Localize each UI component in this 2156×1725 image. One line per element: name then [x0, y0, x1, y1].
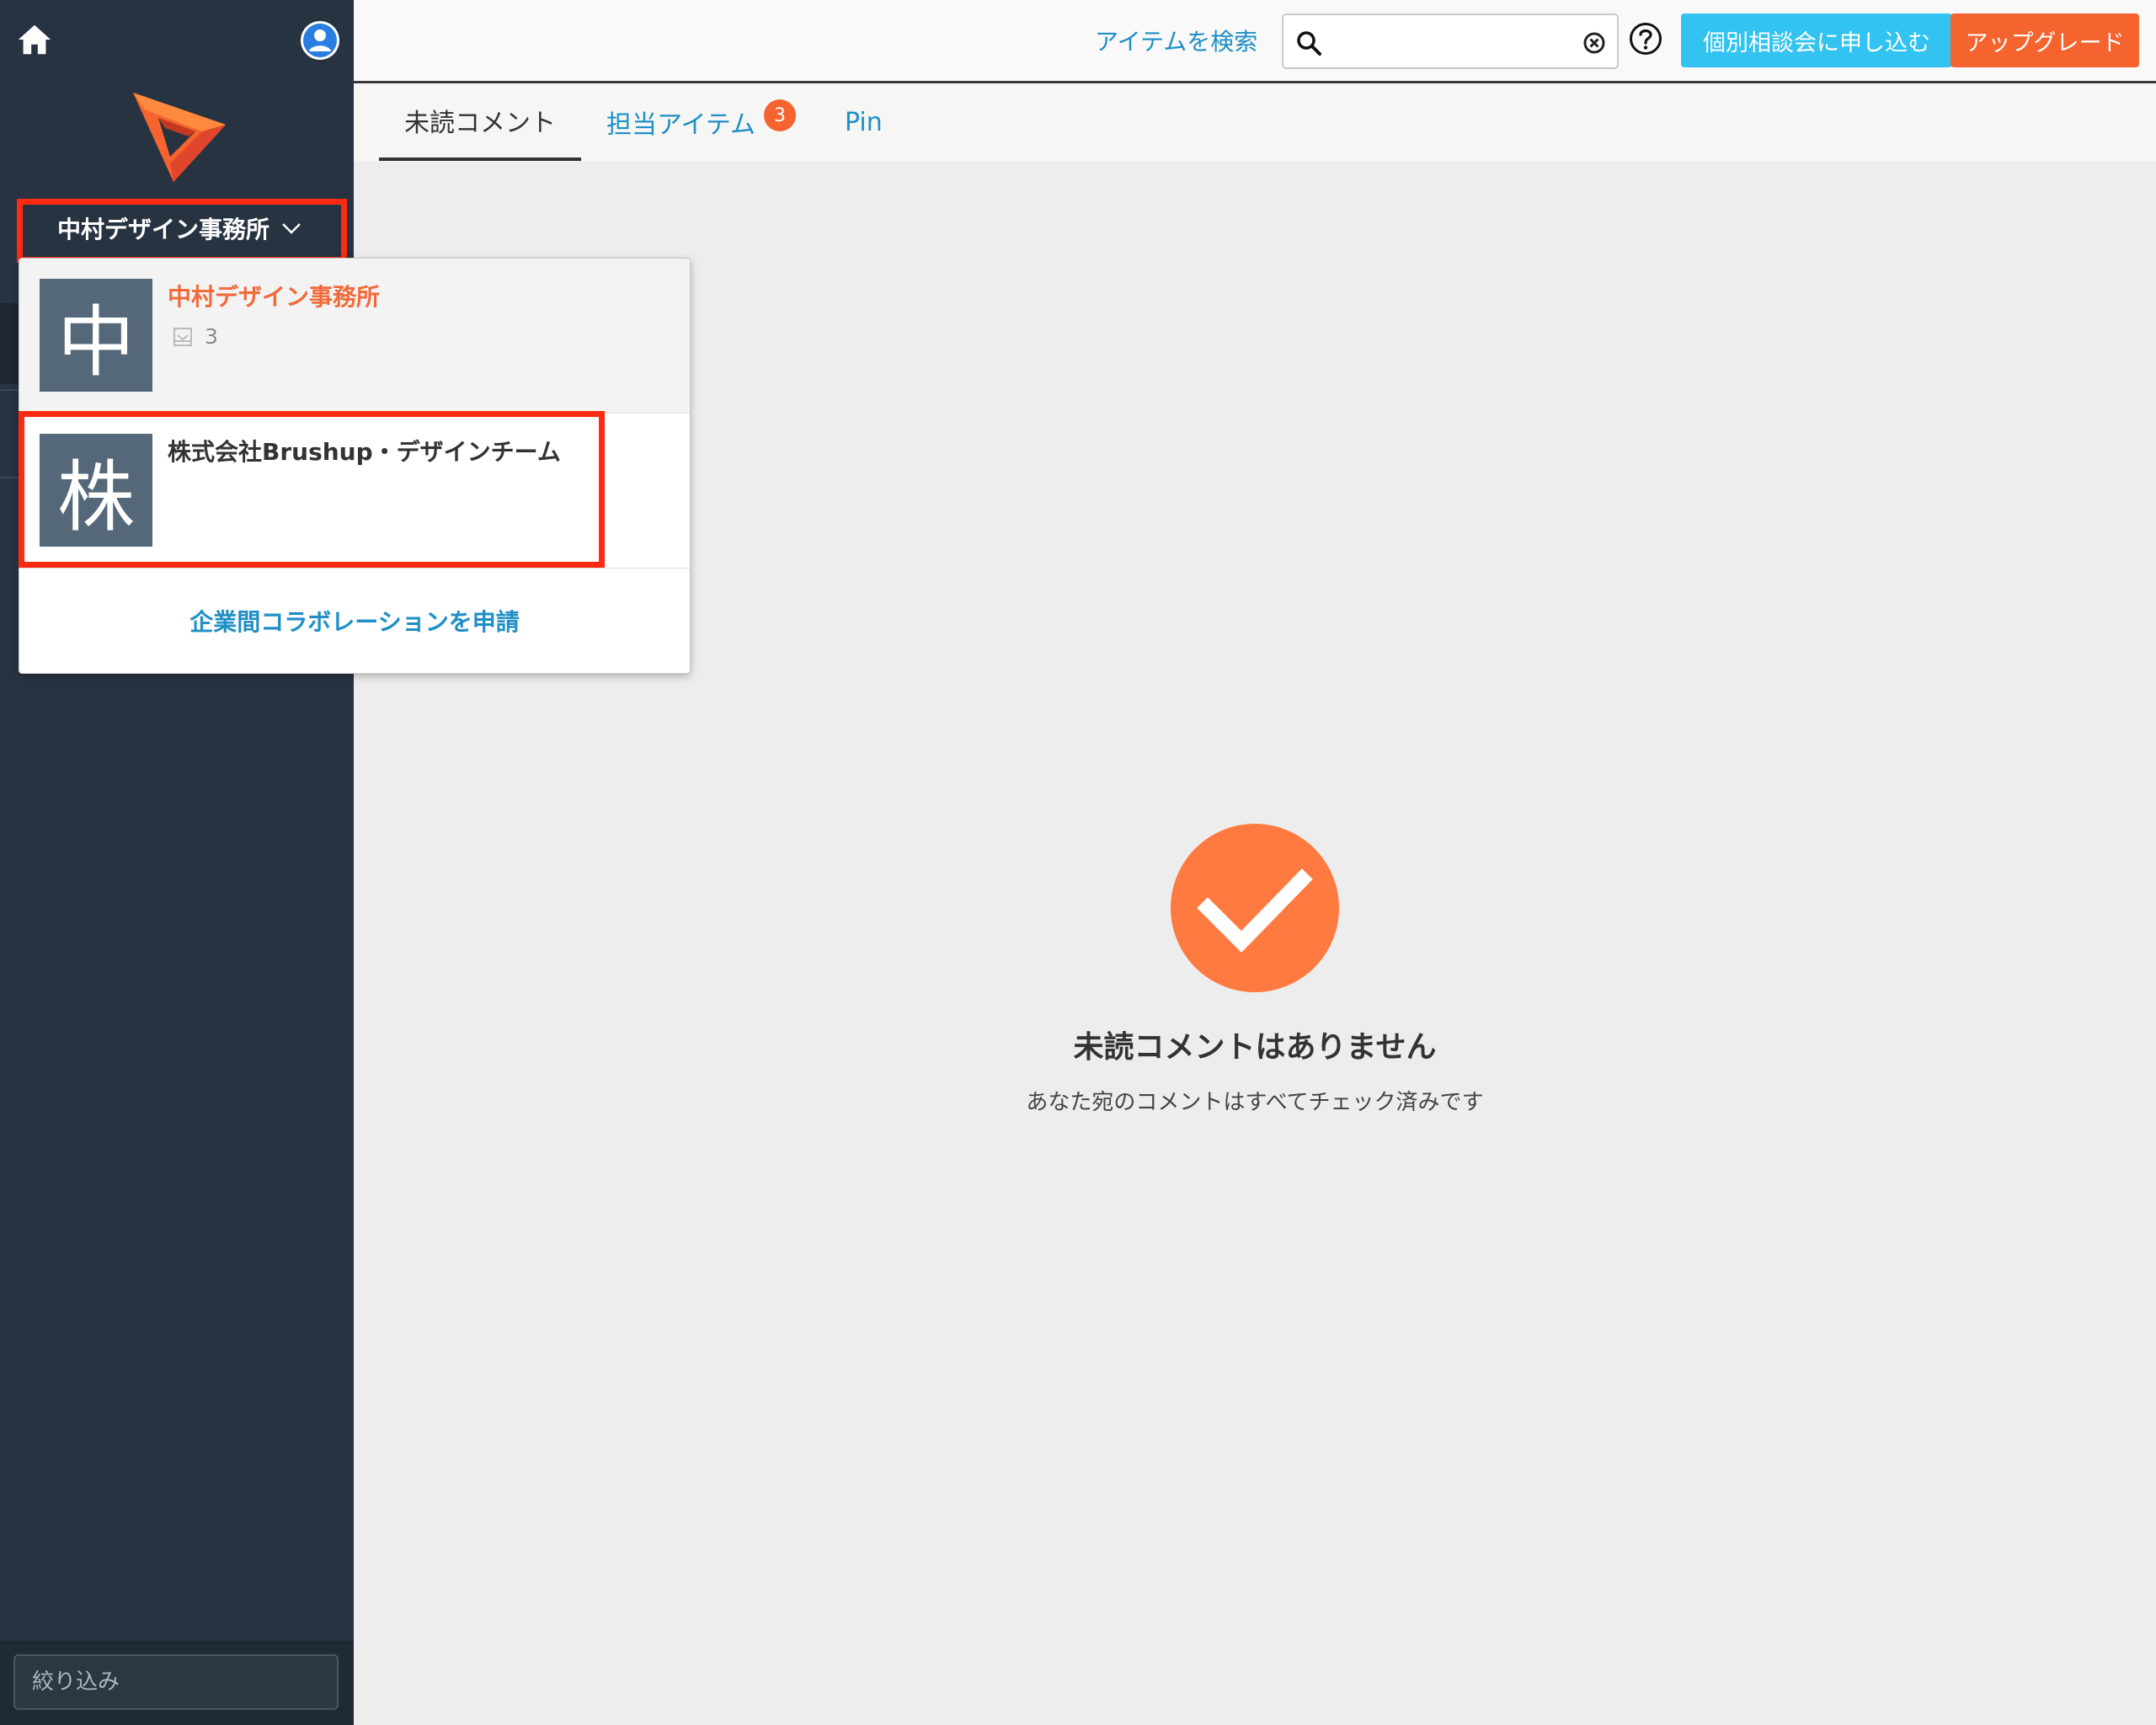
user-avatar-icon[interactable] — [300, 20, 340, 61]
brushup-logo — [126, 84, 232, 185]
chevron-down-icon — [282, 223, 301, 234]
tab-label: 担当アイテム — [606, 110, 755, 140]
sidebar-selected-bar — [0, 303, 19, 384]
sidebar-divider — [0, 389, 20, 391]
org-option-brushup[interactable]: 株 株式会社Brushup・デザインチーム — [19, 414, 690, 569]
tab-assigned-items[interactable]: 担当アイテム 3 — [606, 83, 796, 161]
sidebar-divider — [0, 477, 20, 478]
count-badge: 3 — [764, 99, 796, 131]
org-option-current[interactable]: 中 中村デザイン事務所 3 — [19, 259, 690, 414]
org-avatar: 株 — [40, 434, 152, 547]
org-count: 3 — [205, 324, 218, 349]
org-dropdown: 中 中村デザイン事務所 3 株 株式会社Brushup・デザインチーム 企業間コ… — [19, 258, 691, 674]
search-input[interactable] — [1331, 22, 1570, 62]
consultation-button[interactable]: 個別相談会に申し込む — [1681, 13, 1952, 67]
tab-unread-comments[interactable]: 未読コメント — [379, 83, 581, 161]
tab-label: Pin — [845, 107, 883, 137]
search-icon — [1297, 31, 1321, 56]
org-avatar: 中 — [40, 279, 152, 392]
collaboration-request-link[interactable]: 企業間コラボレーションを申請 — [19, 569, 690, 673]
help-icon[interactable] — [1629, 22, 1662, 56]
org-switcher[interactable]: 中村デザイン事務所 — [24, 206, 335, 251]
upgrade-button[interactable]: アップグレード — [1951, 13, 2139, 67]
sidebar-filter-area — [0, 1641, 354, 1725]
inbox-icon — [173, 327, 192, 346]
org-unread-count: 3 — [173, 324, 218, 349]
search-items-link[interactable]: アイテムを検索 — [1095, 24, 1257, 57]
clear-icon[interactable] — [1582, 30, 1607, 56]
check-icon — [1171, 824, 1339, 992]
tab-label: 未読コメント — [404, 109, 556, 138]
tab-pin[interactable]: Pin — [845, 83, 883, 161]
org-name: 中村デザイン事務所 — [168, 283, 381, 311]
tab-bar: 未読コメント 担当アイテム 3 Pin — [354, 83, 2156, 161]
home-icon[interactable] — [15, 20, 54, 59]
org-switcher-label: 中村デザイン事務所 — [56, 216, 270, 243]
search-box[interactable] — [1282, 13, 1619, 69]
org-name: 株式会社Brushup・デザインチーム — [168, 438, 561, 466]
empty-state-subtitle: あなた宛のコメントはすべてチェック済みです — [1026, 1090, 1484, 1115]
empty-state-title: 未読コメントはありません — [1073, 1030, 1437, 1065]
filter-input[interactable] — [13, 1654, 339, 1710]
